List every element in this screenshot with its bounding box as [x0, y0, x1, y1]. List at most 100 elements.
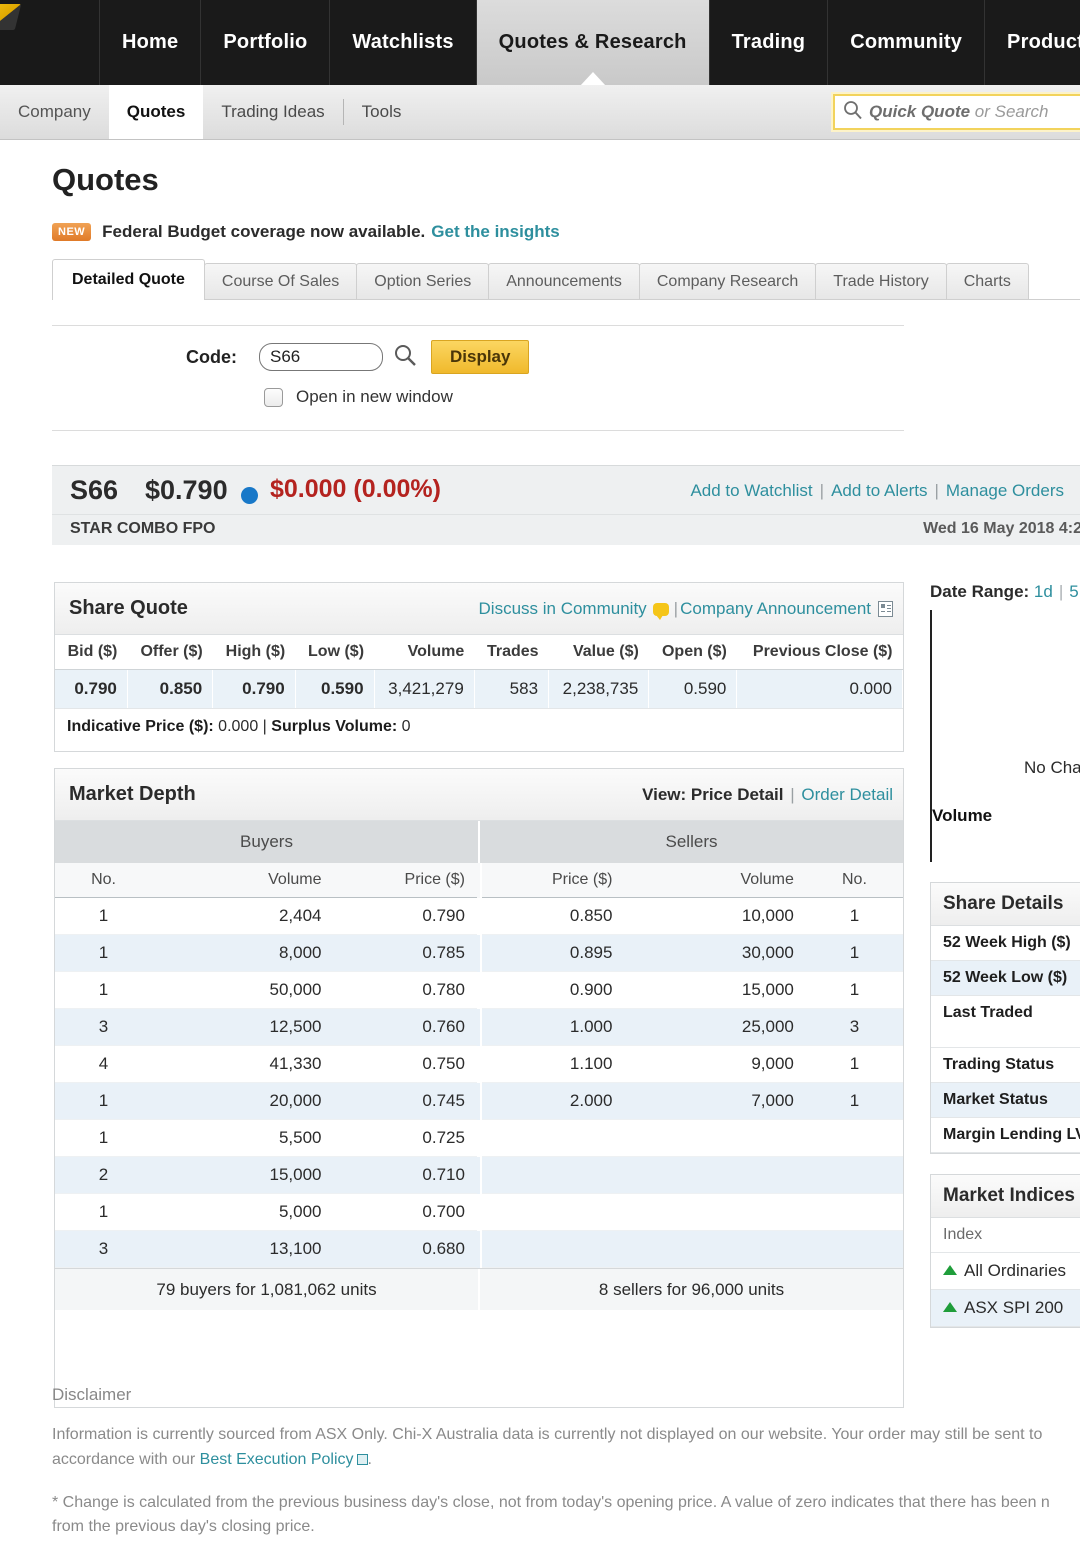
nav-item-home[interactable]: Home	[100, 0, 202, 85]
table-row: 3 12,500 0.760 1.000 25,000 3	[55, 1008, 903, 1046]
disclaimer-paragraph-2: * Change is calculated from the previous…	[52, 1491, 1080, 1541]
table-header-row: Bid ($) Offer ($) High ($) Low ($) Volum…	[55, 635, 903, 670]
index-name: All Ordinaries	[964, 1261, 1067, 1280]
market-indices-title: Market Indices	[931, 1175, 1080, 1218]
cell-buyer-no: 1	[55, 1119, 153, 1157]
cell-buyer-price: 0.745	[333, 1082, 477, 1120]
triangle-up-icon	[943, 1302, 957, 1312]
code-input[interactable]	[259, 343, 383, 371]
cell-high: 0.790	[212, 669, 296, 708]
cell-seller-no	[805, 1193, 903, 1231]
share-detail-52-week-high: 52 Week High ($)	[931, 926, 1080, 961]
col-bid: Bid ($)	[55, 635, 128, 670]
tab-company-research[interactable]: Company Research	[638, 263, 817, 299]
cell-buyer-volume: 5,500	[152, 1119, 334, 1157]
cell-buyer-volume: 13,100	[152, 1230, 334, 1268]
cell-seller-price	[479, 1193, 625, 1231]
nav-item-trading[interactable]: Trading	[710, 0, 829, 85]
add-to-watchlist-link[interactable]: Add to Watchlist	[690, 481, 812, 500]
best-execution-policy-link[interactable]: Best Execution Policy	[200, 1451, 354, 1468]
market-depth-table: No. Volume Price ($) Price ($) Volume No…	[55, 863, 903, 1268]
market-depth-body: 1 2,404 0.790 0.850 10,000 1 1 8,000 0.785 0.895 3…	[55, 897, 903, 1268]
date-range-5d[interactable]: 5	[1069, 582, 1078, 601]
company-announcement-link[interactable]: Company Announcement	[680, 599, 871, 619]
quick-search-input[interactable]: Quick Quote or Search	[833, 94, 1080, 130]
open-new-window-checkbox[interactable]	[264, 387, 283, 407]
subnav-item-company[interactable]: Company	[0, 85, 109, 139]
tab-course-of-sales[interactable]: Course Of Sales	[203, 263, 358, 299]
col-seller-price: Price ($)	[479, 863, 625, 898]
cell-buyer-volume: 15,000	[152, 1156, 334, 1194]
indicative-price-label: Indicative Price ($):	[67, 718, 214, 735]
no-chart-message: No Chart	[1024, 758, 1080, 777]
cell-buyer-no: 1	[55, 897, 153, 935]
open-new-window-label: Open in new window	[296, 387, 453, 406]
cell-buyer-volume: 8,000	[152, 934, 334, 972]
date-range-label: Date Range:	[930, 582, 1030, 601]
market-depth-header: Market Depth View: Price Detail | Order …	[55, 769, 903, 821]
open-new-window-row: Open in new window	[264, 387, 453, 407]
discuss-in-community-link[interactable]: Discuss in Community	[479, 599, 647, 619]
cell-buyer-volume: 41,330	[152, 1045, 334, 1083]
page-title: Quotes	[52, 162, 159, 197]
table-row: 1 20,000 0.745 2.000 7,000 1	[55, 1082, 903, 1120]
share-quote-links: Discuss in Community | Company Announcem…	[479, 599, 893, 620]
nav-item-portfolio[interactable]: Portfolio	[201, 0, 331, 85]
nav-item-quotes-research[interactable]: Quotes & Research	[476, 0, 710, 86]
tab-detailed-quote[interactable]: Detailed Quote	[52, 259, 205, 300]
nav-item-community[interactable]: Community	[828, 0, 986, 85]
index-row-all-ordinaries[interactable]: All Ordinaries	[931, 1253, 1080, 1290]
subnav-item-tools[interactable]: Tools	[344, 85, 420, 139]
subnav-item-quotes[interactable]: Quotes	[108, 85, 204, 139]
cell-buyer-no: 1	[55, 1082, 153, 1120]
tab-trade-history[interactable]: Trade History	[815, 263, 947, 299]
share-detail-last-traded: Last Traded	[931, 996, 1080, 1048]
surplus-volume-value: 0	[401, 718, 411, 735]
market-indices-panel: Market Indices Index All Ordinaries ASX …	[930, 1174, 1080, 1328]
sellers-total: 8 sellers for 96,000 units	[478, 1269, 903, 1310]
cell-buyer-no: 3	[55, 1230, 153, 1268]
cell-seller-no: 1	[805, 971, 903, 1009]
share-details-panel: Share Details 52 Week High ($) 52 Week L…	[930, 882, 1080, 1154]
volume-axis-label: Volume	[932, 806, 993, 825]
cell-seller-price	[479, 1119, 625, 1157]
disclaimer-p1-line1: Information is currently sourced from AS…	[52, 1426, 1043, 1443]
cell-seller-volume: 7,000	[624, 1082, 806, 1120]
manage-orders-link[interactable]: Manage Orders	[946, 481, 1064, 500]
market-depth-title: Market Depth	[69, 783, 196, 805]
cell-seller-price	[479, 1230, 625, 1268]
tab-charts[interactable]: Charts	[945, 263, 1029, 299]
cell-seller-volume: 30,000	[624, 934, 806, 972]
add-to-alerts-link[interactable]: Add to Alerts	[831, 481, 927, 500]
date-range-1d[interactable]: 1d	[1034, 582, 1053, 601]
cell-buyer-no: 3	[55, 1008, 153, 1046]
cell-seller-no: 1	[805, 1082, 903, 1120]
col-volume: Volume	[374, 635, 475, 670]
quote-summary-banner: S66 $0.790 $0.000 (0.00%) Add to Watchli…	[52, 465, 1080, 545]
indicative-price-value: 0.000	[218, 718, 259, 735]
subnav-item-trading-ideas[interactable]: Trading Ideas	[203, 85, 342, 139]
cell-seller-volume	[624, 1156, 806, 1194]
code-search-icon[interactable]	[393, 343, 417, 372]
site-logo[interactable]	[0, 0, 100, 85]
cell-seller-price: 1.100	[479, 1045, 625, 1083]
index-row-asx-spi-200[interactable]: ASX SPI 200	[931, 1290, 1080, 1327]
promo-link[interactable]: Get the insights	[431, 222, 559, 242]
tab-announcements[interactable]: Announcements	[488, 263, 640, 299]
cell-seller-no: 1	[805, 897, 903, 935]
tab-option-series[interactable]: Option Series	[356, 263, 490, 299]
display-button[interactable]: Display	[431, 340, 530, 374]
quote-price: $0.790	[145, 475, 228, 505]
divider	[52, 430, 904, 431]
cell-seller-volume: 15,000	[624, 971, 806, 1009]
nav-item-watchlists[interactable]: Watchlists	[330, 0, 477, 85]
divider	[52, 325, 904, 326]
order-detail-link[interactable]: Order Detail	[801, 785, 893, 804]
col-buyer-volume: Volume	[152, 863, 334, 898]
cell-seller-no	[805, 1230, 903, 1268]
share-detail-market-status: Market Status	[931, 1083, 1080, 1118]
buyers-sellers-header: Buyers Sellers	[55, 821, 903, 863]
cell-buyer-volume: 50,000	[152, 971, 334, 1009]
nav-item-products[interactable]: Products	[985, 0, 1080, 85]
share-quote-panel: Share Quote Discuss in Community | Compa…	[54, 582, 904, 752]
